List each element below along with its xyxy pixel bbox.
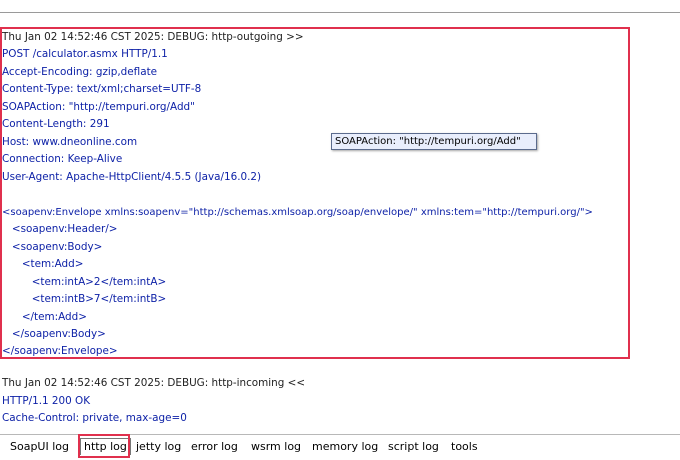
tab-http-log[interactable]: http log (80, 438, 131, 455)
tab-wsrm-log[interactable]: wsrm log (251, 440, 301, 454)
response-status-line: HTTP/1.1 200 OK (2, 395, 91, 407)
tab-error-log[interactable]: error log (191, 440, 238, 454)
tab-script-log[interactable]: script log (388, 440, 439, 454)
response-header-line: Thu Jan 02 14:52:46 CST 2025: DEBUG: htt… (2, 377, 306, 389)
log-tab-bar: SoapUI log http log jetty log error log … (0, 434, 680, 460)
soapaction-tooltip: SOAPAction: "http://tempuri.org/Add" (331, 133, 537, 150)
tab-memory-log[interactable]: memory log (312, 440, 378, 454)
tab-jetty-log[interactable]: jetty log (136, 440, 181, 454)
http-log-panel: Thu Jan 02 14:52:46 CST 2025: DEBUG: htt… (0, 0, 680, 460)
request-highlight-box (0, 27, 630, 359)
response-partial-line: Cache-Control: private, max-age=0 (2, 412, 187, 424)
tab-soapui-log[interactable]: SoapUI log (10, 440, 69, 454)
top-divider (0, 12, 680, 13)
tab-tools[interactable]: tools (451, 440, 478, 454)
